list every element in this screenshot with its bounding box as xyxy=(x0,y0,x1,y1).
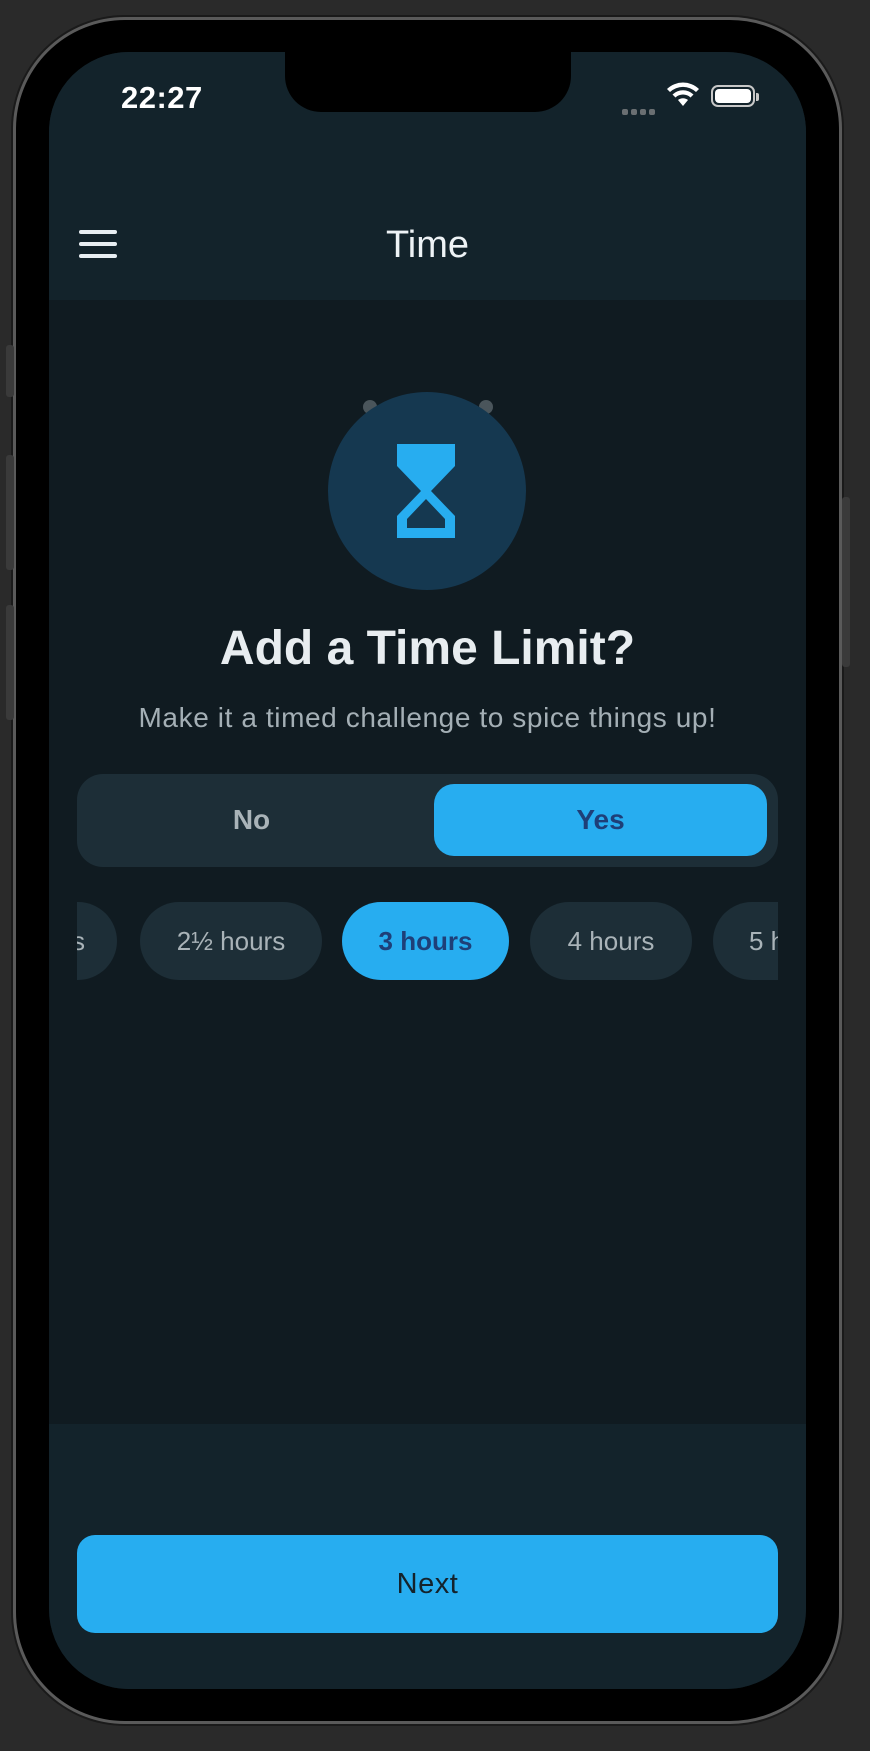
screen: 22:27 Time Add a Time Limit? Make it a t… xyxy=(49,52,806,1689)
volume-down-button xyxy=(6,605,14,720)
mute-switch xyxy=(6,345,14,397)
hero-icon-circle xyxy=(328,392,526,590)
next-button[interactable]: Next xyxy=(77,1535,778,1633)
toggle-yes-option[interactable]: Yes xyxy=(434,784,767,856)
status-bar: 22:27 xyxy=(49,52,806,182)
duration-chip-list[interactable]: s 2½ hours 3 hours 4 hours 5 h xyxy=(77,902,778,982)
page-subtitle: Make it a timed challenge to spice thing… xyxy=(138,702,717,733)
duration-chip[interactable]: 4 hours xyxy=(530,902,692,980)
duration-chip[interactable]: 5 h xyxy=(713,902,778,980)
toggle-no-option[interactable]: No xyxy=(85,784,418,856)
hourglass-icon xyxy=(397,444,455,538)
duration-chip[interactable]: 2½ hours xyxy=(140,902,322,980)
time-limit-toggle: No Yes xyxy=(77,774,778,867)
app-bar: Time xyxy=(49,182,806,300)
status-time: 22:27 xyxy=(121,80,203,115)
app-bar-title: Time xyxy=(385,224,470,266)
battery-icon xyxy=(711,85,759,107)
duration-chip[interactable]: s xyxy=(77,902,117,980)
wifi-icon xyxy=(666,82,700,113)
cellular-signal-icon xyxy=(622,102,658,120)
power-button xyxy=(842,497,850,667)
volume-up-button xyxy=(6,455,14,570)
page-title: Add a Time Limit? xyxy=(219,622,636,675)
notch xyxy=(285,52,571,112)
duration-chip-selected[interactable]: 3 hours xyxy=(342,902,509,980)
